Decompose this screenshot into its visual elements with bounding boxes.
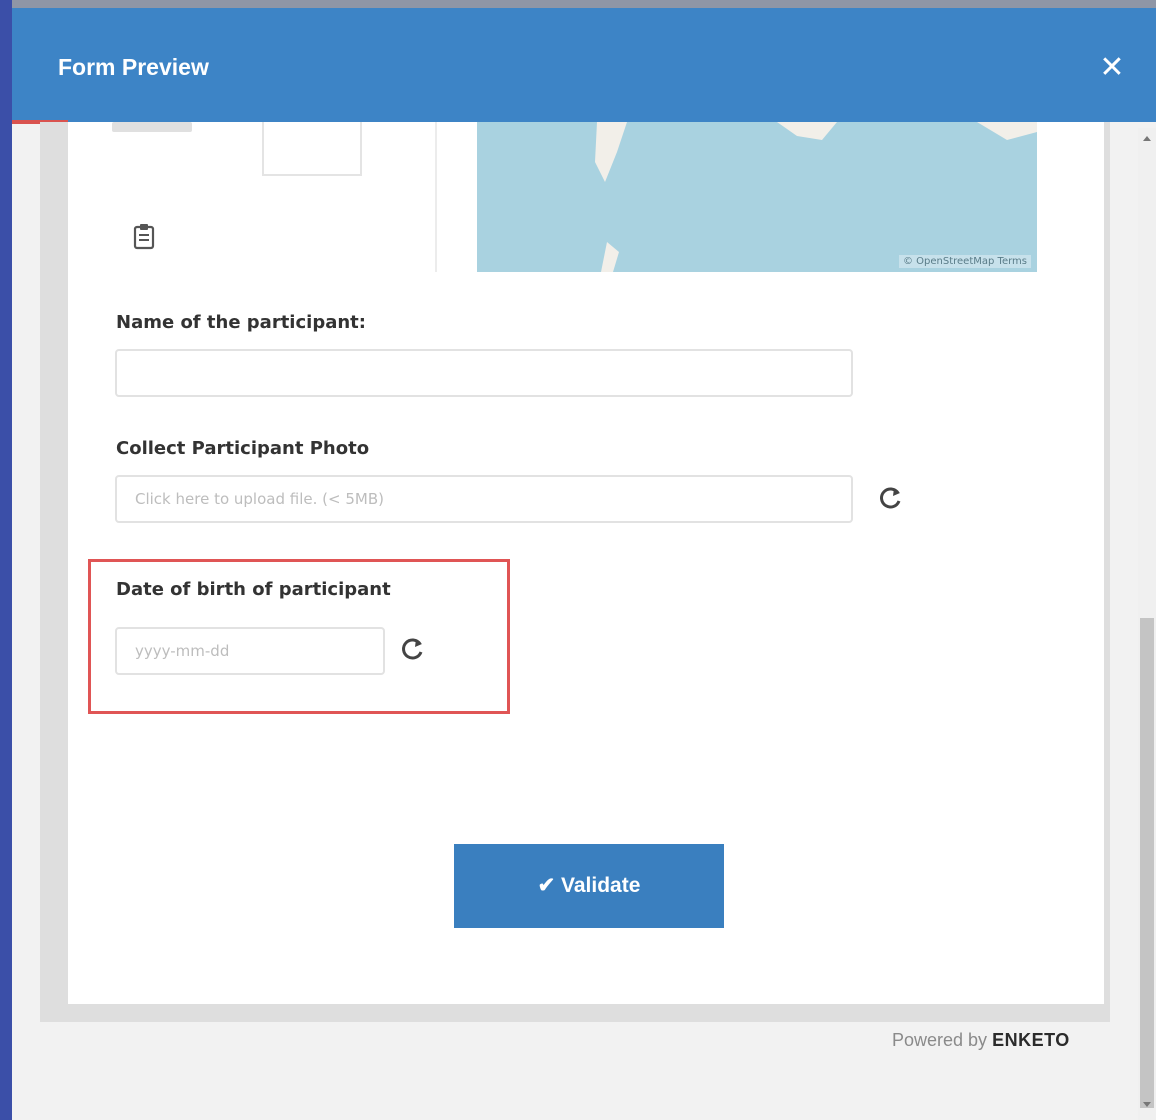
name-label: Name of the participant: bbox=[116, 312, 366, 333]
modal-scrollbar[interactable] bbox=[1138, 128, 1156, 1120]
dob-label: Date of birth of participant bbox=[116, 579, 391, 600]
modal-header: Form Preview ✕ bbox=[12, 8, 1156, 122]
faded-label bbox=[112, 122, 192, 132]
scroll-thumb[interactable] bbox=[1140, 618, 1154, 1108]
modal-title: Form Preview bbox=[58, 54, 209, 80]
clipboard-icon[interactable] bbox=[132, 222, 156, 250]
form-preview-modal: Form Preview ✕ © OpenStreetMap Terms Nam… bbox=[12, 8, 1156, 1120]
map-land-shapes bbox=[595, 122, 1037, 272]
photo-upload-input[interactable]: Click here to upload file. (< 5MB) bbox=[115, 475, 853, 523]
form-card: © OpenStreetMap Terms Name of the partic… bbox=[68, 122, 1104, 1004]
photo-label: Collect Participant Photo bbox=[116, 438, 370, 459]
powered-by[interactable]: Powered by ENKETO bbox=[892, 1030, 1070, 1051]
signature-preview-box bbox=[262, 122, 362, 176]
scroll-down-icon[interactable] bbox=[1143, 1102, 1151, 1107]
map-widget[interactable]: © OpenStreetMap Terms bbox=[477, 122, 1037, 272]
dob-input[interactable]: yyyy-mm-dd bbox=[115, 627, 385, 675]
column-divider bbox=[435, 122, 437, 272]
refresh-icon[interactable] bbox=[876, 484, 904, 512]
close-icon[interactable]: ✕ bbox=[1092, 48, 1132, 88]
enketo-logo[interactable]: ENKETO bbox=[992, 1030, 1070, 1050]
validate-button[interactable]: ✔ Validate bbox=[454, 844, 724, 928]
window-top-strip bbox=[12, 0, 1156, 8]
powered-by-text: Powered by bbox=[892, 1030, 993, 1050]
scroll-up-icon[interactable] bbox=[1143, 136, 1151, 141]
refresh-icon[interactable] bbox=[398, 635, 426, 663]
map-attribution[interactable]: © OpenStreetMap Terms bbox=[898, 255, 1031, 268]
name-input[interactable] bbox=[115, 349, 853, 397]
